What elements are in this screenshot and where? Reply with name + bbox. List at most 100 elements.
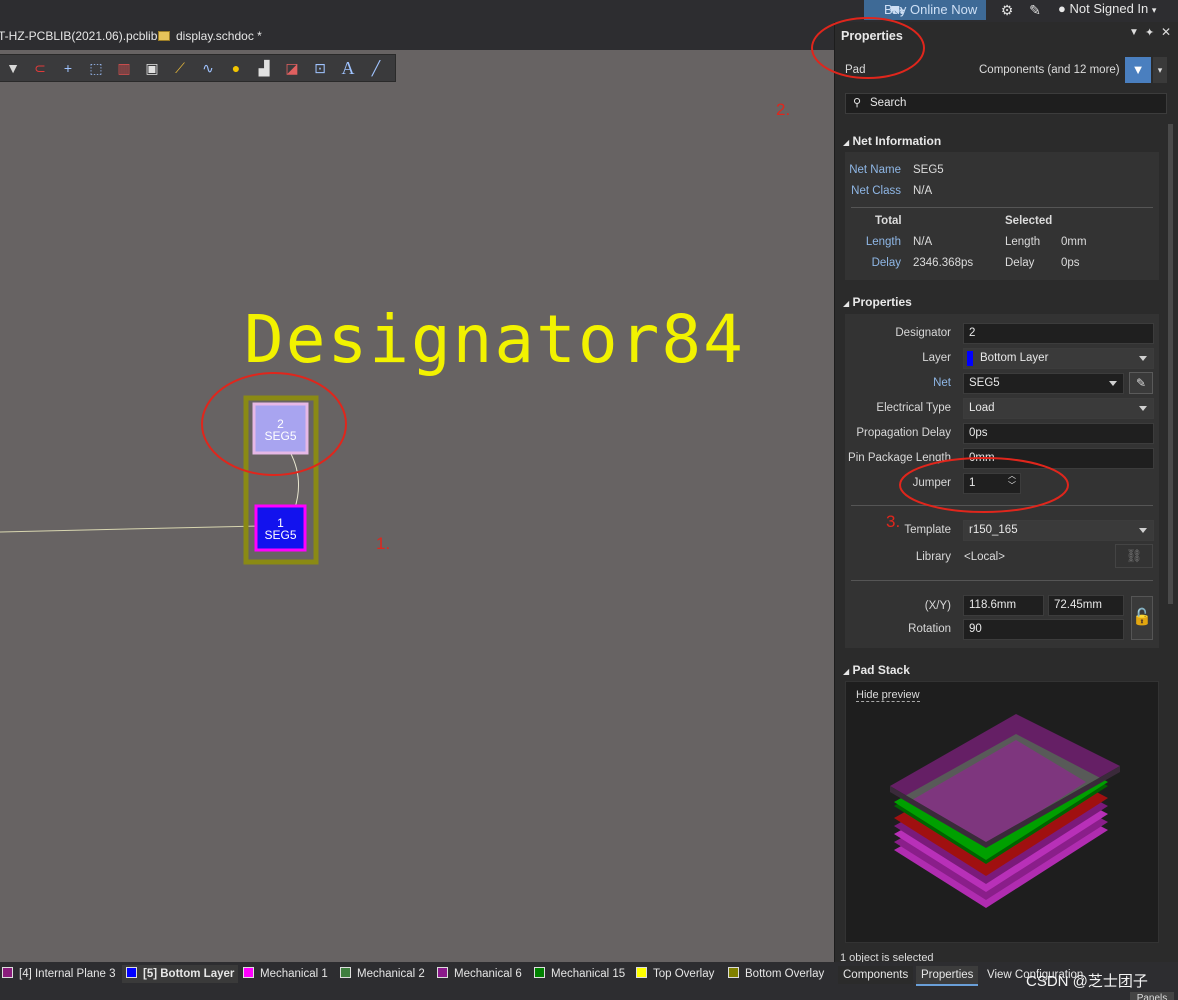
annotation-2: 2. [776,100,791,119]
layer-tab-label: [4] Internal Plane 3 [19,968,116,980]
search-icon: ⚲ [853,97,862,109]
layer-swatch [243,967,254,978]
electrical-type-dropdown[interactable]: Load [963,398,1154,419]
layer-color-swatch [967,351,973,366]
selected-length-label: Length [1005,236,1041,248]
annotation-circle-jumper [899,457,1069,513]
layer-tabs-bar: [4] Internal Plane 3 [5] Bottom Layer Me… [0,962,1178,1000]
net-class-value: N/A [913,185,933,197]
propagation-delay-label: Propagation Delay [856,427,951,439]
link-icon[interactable]: ⛓ [1115,544,1153,568]
total-header: Total [875,215,902,227]
annotation-3: 3. [886,512,901,531]
template-dropdown[interactable]: r150_165 [963,520,1154,541]
layer-swatch [534,967,545,978]
layer-tab-label: [5] Bottom Layer [143,968,235,980]
selected-delay: 0ps [1061,257,1080,269]
pad-1-label: 1 SEG5 [256,517,305,541]
layer-dropdown[interactable]: Bottom Layer [963,348,1154,369]
y-field[interactable]: 72.45mm [1048,595,1124,616]
divider [851,207,1153,208]
layer-tab-top-overlay[interactable]: Top Overlay [636,965,714,983]
pcb-drawing [0,395,319,565]
panel-menu-icon[interactable]: ▼ [1129,27,1139,38]
panels-button[interactable]: Panels [1130,992,1174,1000]
divider [851,580,1153,581]
filter-dropdown-icon[interactable]: ▾ [1153,57,1167,83]
pad-stack-title: Pad Stack [852,663,910,677]
designator-label: Designator [895,327,951,339]
selected-length: 0mm [1061,236,1087,248]
collapse-icon: ◢ [843,138,850,147]
pad-1-net: SEG5 [264,528,297,542]
tab-pcblib[interactable]: T-HZ-PCBLIB(2021.06).pcblib * [0,22,165,50]
layer-tab-label: Mechanical 2 [357,968,425,980]
watermark: CSDN @芝士团子 [1026,973,1148,990]
layer-label: Layer [922,352,951,364]
panel-tab-components[interactable]: Components [838,966,914,984]
scrollbar[interactable] [1168,124,1173,604]
filter-button[interactable]: ▼ [1125,57,1151,83]
schematic-file-icon [158,31,170,41]
layer-tab-bottom-overlay[interactable]: Bottom Overlay [728,965,824,983]
xy-label: (X/Y) [924,600,951,612]
close-icon[interactable]: ✕ [1161,25,1171,39]
net-name-value: SEG5 [913,164,944,176]
net-dropdown[interactable]: SEG5 [963,373,1124,394]
annotation-circle-pad [201,372,347,476]
layer-tab-internal-plane-3[interactable]: [4] Internal Plane 3 [2,965,116,983]
selected-delay-label: Delay [1005,257,1035,269]
layer-swatch [126,967,137,978]
electrical-type-label: Electrical Type [876,402,951,414]
properties-title: Properties [852,295,912,309]
layer-tab-mechanical-6[interactable]: Mechanical 6 [437,965,522,983]
pad-stack-3d-icon [890,714,1120,908]
layer-tab-bottom-layer[interactable]: [5] Bottom Layer [122,965,239,983]
net-name-label: Net Name [849,164,901,176]
layer-value: Bottom Layer [980,352,1049,364]
layer-tab-label: Mechanical 1 [260,968,328,980]
filter-scope[interactable]: Components (and 12 more) [979,64,1120,76]
tab-pcblib-label: T-HZ-PCBLIB(2021.06).pcblib * [0,29,166,43]
properties-header[interactable]: ◢ Properties [843,295,912,309]
rotation-field[interactable]: 90 [963,619,1124,640]
layer-tab-mechanical-15[interactable]: Mechanical 15 [534,965,625,983]
tab-schdoc[interactable]: display.schdoc * [158,22,262,50]
library-label: Library [915,551,951,563]
search-input[interactable]: ⚲ Search [845,93,1167,114]
layer-swatch [437,967,448,978]
layer-swatch [636,967,647,978]
pad-stack-header[interactable]: ◢ Pad Stack [843,663,910,677]
eyedropper-icon[interactable]: ✎ [1129,372,1153,394]
lock-icon[interactable]: 🔓 [1131,596,1153,640]
delay-label: Delay [871,257,901,269]
pad-stack-preview: Hide preview [845,681,1159,943]
net-info-header[interactable]: ◢ Net Information [843,134,941,148]
layer-tab-mechanical-1[interactable]: Mechanical 1 [243,965,328,983]
chevron-down-icon: ▾ [1151,5,1157,15]
user-menu[interactable]: ● Not Signed In ▾ [1058,0,1156,20]
notifications-icon[interactable]: ✎ [1026,1,1044,19]
gear-icon[interactable]: ⚙ [998,1,1016,19]
document-tabs: T-HZ-PCBLIB(2021.06).pcblib * display.sc… [0,22,834,51]
total-length: N/A [913,236,933,248]
layer-swatch [728,967,739,978]
layer-swatch [2,967,13,978]
layer-tab-mechanical-2[interactable]: Mechanical 2 [340,965,425,983]
selected-header: Selected [1005,215,1053,227]
x-field[interactable]: 118.6mm [963,595,1044,616]
collapse-icon: ◢ [843,667,850,676]
library-value: <Local> [964,551,1005,563]
pin-icon[interactable]: ✦ [1145,26,1154,39]
user-label: Not Signed In [1069,1,1149,16]
propagation-delay-field[interactable]: 0ps [963,423,1154,444]
length-label: Length [865,236,901,248]
panel-tab-properties[interactable]: Properties [916,966,979,986]
layer-tab-label: Mechanical 6 [454,968,522,980]
net-class-label: Net Class [851,185,901,197]
net-label: Net [933,377,951,389]
layer-swatch [340,967,351,978]
layer-tab-label: Top Overlay [653,968,715,980]
designator-field[interactable]: 2 [963,323,1154,344]
pcb-canvas[interactable]: ▼ ⊂ + ⬚ ▥ ▣ ⟋ ∿ ● ▟ ◪ ⊡ A ╱ Designator84… [0,50,834,962]
